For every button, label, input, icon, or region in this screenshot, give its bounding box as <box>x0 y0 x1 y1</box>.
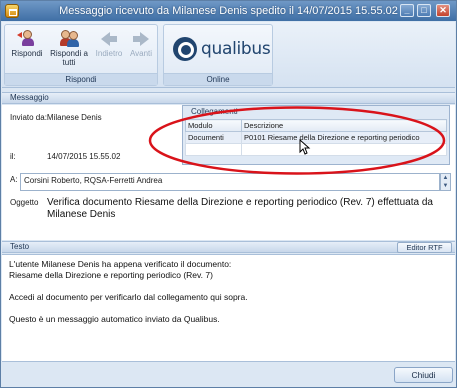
ribbon-group-label-online: Online <box>164 73 272 85</box>
scroll-down-icon[interactable]: ▼ <box>441 182 450 190</box>
subject-line-2: Milanese Denis <box>47 209 116 220</box>
subject-text: Verifica documento Riesame della Direzio… <box>47 197 447 221</box>
subject-label: Oggetto <box>10 198 39 207</box>
ribbon-group-label-rispondi: Rispondi <box>5 73 157 85</box>
body-line: L'utente Milanese Denis ha appena verifi… <box>9 259 232 269</box>
window-title: Messaggio ricevuto da Milanese Denis spe… <box>59 5 398 17</box>
column-header-modulo[interactable]: Modulo <box>185 119 242 132</box>
arrow-left-icon <box>99 29 119 47</box>
body-line: Questo è un messaggio automatico inviato… <box>9 314 220 324</box>
collegamenti-table: Modulo Descrizione Documenti P0101 Riesa… <box>185 119 447 156</box>
collegamento-modulo[interactable]: Documenti <box>185 131 242 144</box>
ribbon: Rispondi Rispondi a tutti Indietro Avant… <box>2 22 455 88</box>
forward-button[interactable]: Avanti <box>126 29 156 58</box>
body-line: Accedi al documento per verificarlo dal … <box>9 292 248 302</box>
recipients-field[interactable]: Corsini Roberto, RQSA-Ferretti Andrea <box>20 173 440 191</box>
date-value: 14/07/2015 15.55.02 <box>47 152 121 161</box>
title-bar[interactable]: Messaggio ricevuto da Milanese Denis spe… <box>1 1 456 21</box>
footer: Chiudi <box>2 363 455 387</box>
sender-label: Inviato da:Milanese Denis <box>10 113 102 122</box>
minimize-button[interactable]: _ <box>400 4 414 17</box>
collegamenti-panel: Collegamenti Modulo Descrizione Document… <box>182 105 450 165</box>
reply-all-label: Rispondi a tutti <box>50 49 88 67</box>
collegamenti-title: Collegamenti <box>191 107 238 116</box>
message-body[interactable]: L'utente Milanese Denis ha appena verifi… <box>2 254 455 362</box>
reply-person-icon <box>17 29 37 47</box>
recipients-scrollbar[interactable]: ▲ ▼ <box>440 173 451 191</box>
reply-all-people-icon <box>59 29 79 47</box>
recipients-label: A: <box>10 175 18 184</box>
body-line <box>9 281 448 292</box>
reply-all-button[interactable]: Rispondi a tutti <box>49 29 89 67</box>
arrow-right-icon <box>131 29 151 47</box>
messaggio-panel: Inviato da:Milanese Denis il: 14/07/2015… <box>2 105 455 240</box>
reply-button[interactable]: Rispondi <box>9 29 45 58</box>
back-label: Indietro <box>95 49 123 58</box>
chiudi-button[interactable]: Chiudi <box>394 367 453 383</box>
maximize-button[interactable]: □ <box>417 4 431 17</box>
reply-label: Rispondi <box>11 49 43 58</box>
forward-label: Avanti <box>129 49 153 58</box>
back-button[interactable]: Indietro <box>92 29 126 58</box>
close-window-button[interactable]: ✕ <box>436 4 450 17</box>
testo-section-header: Testo <box>2 241 455 253</box>
column-header-descrizione[interactable]: Descrizione <box>241 119 447 132</box>
qualibus-logo-icon <box>173 37 197 61</box>
mouse-cursor-icon <box>299 139 311 155</box>
subject-line-1: Verifica documento Riesame della Direzio… <box>47 197 433 208</box>
editor-rtf-button[interactable]: Editor RTF <box>397 242 452 253</box>
message-window: Messaggio ricevuto da Milanese Denis spe… <box>0 0 457 388</box>
qualibus-logo-text: qualibus <box>201 39 271 59</box>
ribbon-group-rispondi: Rispondi Rispondi a tutti Indietro Avant… <box>4 24 158 86</box>
collegamento-row[interactable]: Documenti P0101 Riesame della Direzione … <box>185 131 447 144</box>
body-line <box>9 303 448 314</box>
date-label: il: <box>10 152 16 161</box>
ribbon-group-online: qualibus Online <box>163 24 273 86</box>
empty-row <box>185 143 447 156</box>
messaggio-section-header: Messaggio <box>2 92 455 104</box>
collegamento-descrizione[interactable]: P0101 Riesame della Direzione e reportin… <box>241 131 447 144</box>
body-line: Riesame della Direzione e reporting peri… <box>9 270 213 280</box>
scroll-up-icon[interactable]: ▲ <box>441 174 450 182</box>
